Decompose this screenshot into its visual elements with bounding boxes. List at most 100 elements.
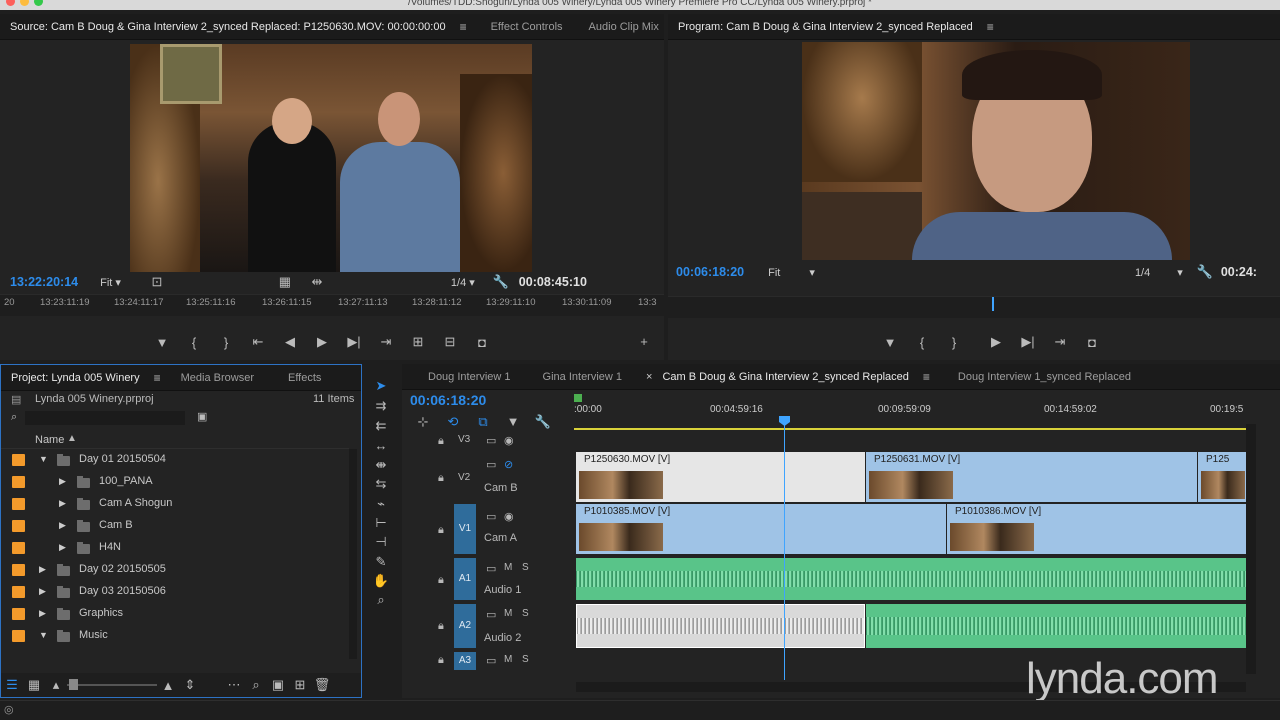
a2-target-badge[interactable]: A2: [454, 604, 476, 648]
selection-tool-icon[interactable]: ➤: [370, 378, 392, 396]
linked-selection-icon[interactable]: ⧉: [472, 414, 494, 430]
go-to-out-button[interactable]: ⇥: [370, 334, 402, 350]
search-input[interactable]: [25, 411, 185, 425]
tab-audio-clip-mixer[interactable]: Audio Clip Mix: [579, 14, 664, 40]
program-time-ruler[interactable]: [668, 296, 1280, 318]
toggle-sync-icon[interactable]: ▭: [486, 510, 496, 523]
slide-tool-icon[interactable]: ⊣: [370, 534, 392, 552]
collapse-triangle-icon[interactable]: ▼: [39, 454, 48, 464]
razor-tool-icon[interactable]: ⌁: [370, 496, 392, 514]
toggle-sync-icon[interactable]: ▭: [486, 608, 496, 621]
eye-icon[interactable]: ◉: [504, 510, 514, 523]
tab-program[interactable]: Program: Cam B Doug & Gina Interview 2_s…: [668, 14, 983, 40]
source-time-ruler[interactable]: 20 13:23:11:19 13:24:11:17 13:25:11:16 1…: [0, 294, 664, 316]
expand-triangle-icon[interactable]: ▶: [39, 608, 46, 619]
project-bin-item[interactable]: ▶ Day 02 20150505: [1, 559, 341, 581]
timeline-settings-icon[interactable]: 🔧: [532, 414, 554, 430]
lock-icon[interactable]: 🔒︎: [438, 472, 444, 485]
panel-menu-icon[interactable]: ≡: [154, 371, 161, 385]
clip-v2-p1250631[interactable]: P1250631.MOV [V]: [866, 452, 1197, 502]
automate-to-sequence-icon[interactable]: ⋯: [223, 677, 245, 693]
snap-icon[interactable]: ⟲: [442, 414, 464, 430]
program-playhead-timecode[interactable]: 00:06:18:20: [676, 265, 744, 279]
rate-stretch-tool-icon[interactable]: ⇆: [370, 476, 392, 494]
icon-view-icon[interactable]: ▦: [23, 677, 45, 693]
add-marker-icon[interactable]: ▼: [502, 414, 524, 430]
solo-button[interactable]: S: [522, 654, 529, 665]
play-button[interactable]: ▶: [306, 334, 338, 350]
step-back-button[interactable]: ◀: [274, 334, 306, 350]
add-marker-button[interactable]: ▼: [146, 335, 178, 350]
search-icon[interactable]: ⌕: [11, 411, 17, 424]
toggle-sync-icon[interactable]: ▭: [486, 458, 496, 471]
insert-nest-icon[interactable]: ⊹: [412, 414, 434, 430]
tab-cam-b-doug-gina-interview-2[interactable]: Cam B Doug & Gina Interview 2_synced Rep…: [652, 364, 918, 390]
zoom-tool-icon[interactable]: ⌕: [370, 592, 392, 610]
track-select-tool-icon[interactable]: ⇉: [370, 398, 392, 416]
ripple-edit-tool-icon[interactable]: ↔: [370, 438, 392, 456]
program-fit-select[interactable]: Fit ▾: [768, 266, 815, 279]
tab-doug-interview-1[interactable]: Doug Interview 1: [418, 364, 521, 390]
column-name-header[interactable]: Name: [35, 434, 64, 446]
mute-button[interactable]: M: [504, 608, 512, 619]
mark-out-button[interactable]: }: [938, 335, 970, 350]
source-resolution-select[interactable]: 1/4 ▾: [451, 276, 475, 289]
add-marker-button[interactable]: ▼: [874, 335, 906, 350]
panel-menu-icon[interactable]: ≡: [923, 370, 930, 384]
go-to-in-button[interactable]: ⇤: [242, 334, 274, 350]
a3-target-badge[interactable]: A3: [454, 652, 476, 670]
clip-v2-p125[interactable]: P125: [1198, 452, 1246, 502]
step-forward-button[interactable]: ▶|: [1012, 334, 1044, 350]
clip-a2-audio[interactable]: [866, 604, 1246, 648]
project-bin-item[interactable]: ▶ H4N: [1, 537, 341, 559]
pen-tool-icon[interactable]: ✎: [370, 554, 392, 572]
sort-icons-icon[interactable]: ⇕: [179, 677, 201, 693]
project-bin-item[interactable]: ▶ Graphics: [1, 603, 341, 625]
lock-icon[interactable]: 🔒︎: [438, 620, 444, 633]
overwrite-button[interactable]: ⊟: [434, 334, 466, 350]
slip-tool-icon[interactable]: ⊢: [370, 515, 392, 533]
a1-target-badge[interactable]: A1: [454, 558, 476, 600]
mute-button[interactable]: M: [504, 562, 512, 573]
list-view-icon[interactable]: ☰: [1, 677, 23, 693]
track-select-backward-icon[interactable]: ⇇: [370, 418, 392, 436]
tab-gina-interview-1[interactable]: Gina Interview 1: [533, 364, 632, 390]
source-playhead-timecode[interactable]: 13:22:20:14: [10, 275, 78, 289]
go-to-out-button[interactable]: ⇥: [1044, 334, 1076, 350]
lock-icon[interactable]: 🔒︎: [438, 435, 444, 448]
tab-source[interactable]: Source: Cam B Doug & Gina Interview 2_sy…: [0, 14, 456, 40]
project-bin-item[interactable]: ▶ 100_PANA: [1, 471, 341, 493]
new-item-icon[interactable]: ⊞: [289, 677, 311, 693]
mark-in-button[interactable]: {: [178, 335, 210, 350]
collapse-triangle-icon[interactable]: ▼: [39, 630, 48, 640]
clear-trash-icon[interactable]: 🗑: [311, 677, 333, 693]
timeline-playhead[interactable]: [784, 418, 785, 680]
mute-button[interactable]: M: [504, 654, 512, 665]
clip-v1-p1010385[interactable]: P1010385.MOV [V]: [576, 504, 946, 554]
drag-audio-icon[interactable]: ⇹: [301, 274, 333, 290]
solo-button[interactable]: S: [522, 562, 529, 573]
expand-triangle-icon[interactable]: ▶: [59, 498, 66, 509]
play-button[interactable]: ▶: [980, 334, 1012, 350]
rolling-edit-tool-icon[interactable]: ⇼: [370, 457, 392, 475]
tab-project[interactable]: Project: Lynda 005 Winery: [1, 365, 150, 391]
lock-icon[interactable]: 🔒︎: [438, 524, 444, 537]
sort-ascending-icon[interactable]: ▲: [67, 433, 77, 444]
expand-triangle-icon[interactable]: ▶: [59, 542, 66, 553]
tab-effects[interactable]: Effects: [278, 365, 331, 391]
expand-triangle-icon[interactable]: ▶: [59, 520, 66, 531]
panel-menu-icon[interactable]: ≡: [460, 20, 467, 34]
add-button[interactable]: +: [628, 334, 660, 349]
tab-effect-controls[interactable]: Effect Controls: [481, 14, 573, 40]
project-bin-item[interactable]: ▶ Cam B: [1, 515, 341, 537]
program-video-frame[interactable]: [802, 42, 1190, 260]
expand-triangle-icon[interactable]: ▶: [39, 586, 46, 597]
column-header-row[interactable]: Name ▲: [1, 431, 349, 449]
eye-icon[interactable]: ◉: [504, 434, 514, 447]
lock-icon[interactable]: 🔒︎: [438, 654, 444, 667]
expand-triangle-icon[interactable]: ▶: [39, 564, 46, 575]
zoom-small-icon[interactable]: ▴: [45, 677, 67, 693]
solo-button[interactable]: S: [522, 608, 529, 619]
clip-v1-p1010386[interactable]: P1010386.MOV [V]: [947, 504, 1246, 554]
mark-in-button[interactable]: {: [906, 335, 938, 350]
